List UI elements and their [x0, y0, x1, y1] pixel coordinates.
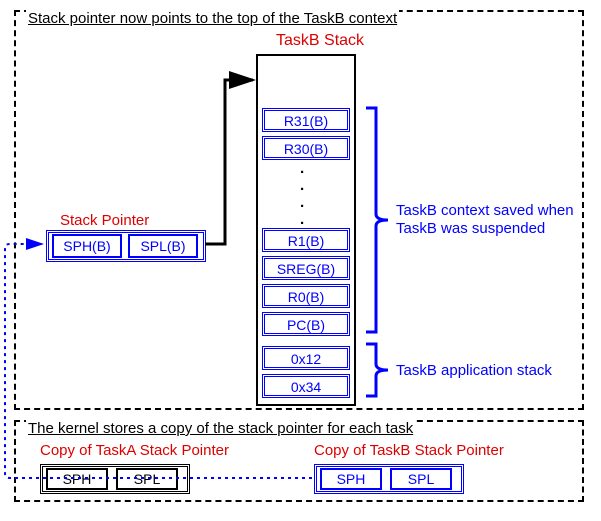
annot-context-1: TaskB context saved when [396, 202, 574, 219]
kernel-box: The kernel stores a copy of the stack po… [14, 420, 584, 502]
taskb-stack-label: TaskB Stack [276, 32, 364, 50]
copy-a-sph: SPH [46, 468, 108, 490]
stack-cell-0x34: 0x34 [262, 374, 350, 398]
stack-cell-r30: R30(B) [262, 136, 350, 160]
stack-pointer-label: Stack Pointer [60, 212, 149, 229]
kernel-title: The kernel stores a copy of the stack po… [26, 420, 415, 437]
copy-a-spl: SPL [116, 468, 178, 490]
bracket-context-icon [364, 106, 390, 334]
annot-app: TaskB application stack [396, 362, 552, 379]
copy-a-label: Copy of TaskA Stack Pointer [40, 442, 229, 459]
stack-cell-pc: PC(B) [262, 312, 350, 336]
copy-b-label: Copy of TaskB Stack Pointer [314, 442, 504, 459]
context-box: Stack pointer now points to the top of t… [14, 10, 584, 410]
stack-cell-r31: R31(B) [262, 108, 350, 132]
stack-cell-0x12: 0x12 [262, 346, 350, 370]
bracket-app-icon [364, 342, 390, 398]
stack-dots: ···· [300, 164, 312, 232]
context-title: Stack pointer now points to the top of t… [26, 10, 399, 27]
annot-context-2: TaskB was suspended [396, 220, 545, 237]
copy-b-sph: SPH [320, 468, 382, 490]
spl-cell: SPL(B) [128, 234, 198, 258]
copy-b-spl: SPL [390, 468, 452, 490]
stack-cell-r1: R1(B) [262, 228, 350, 252]
sph-cell: SPH(B) [52, 234, 122, 258]
stack-cell-r0: R0(B) [262, 284, 350, 308]
stack-cell-sreg: SREG(B) [262, 256, 350, 280]
